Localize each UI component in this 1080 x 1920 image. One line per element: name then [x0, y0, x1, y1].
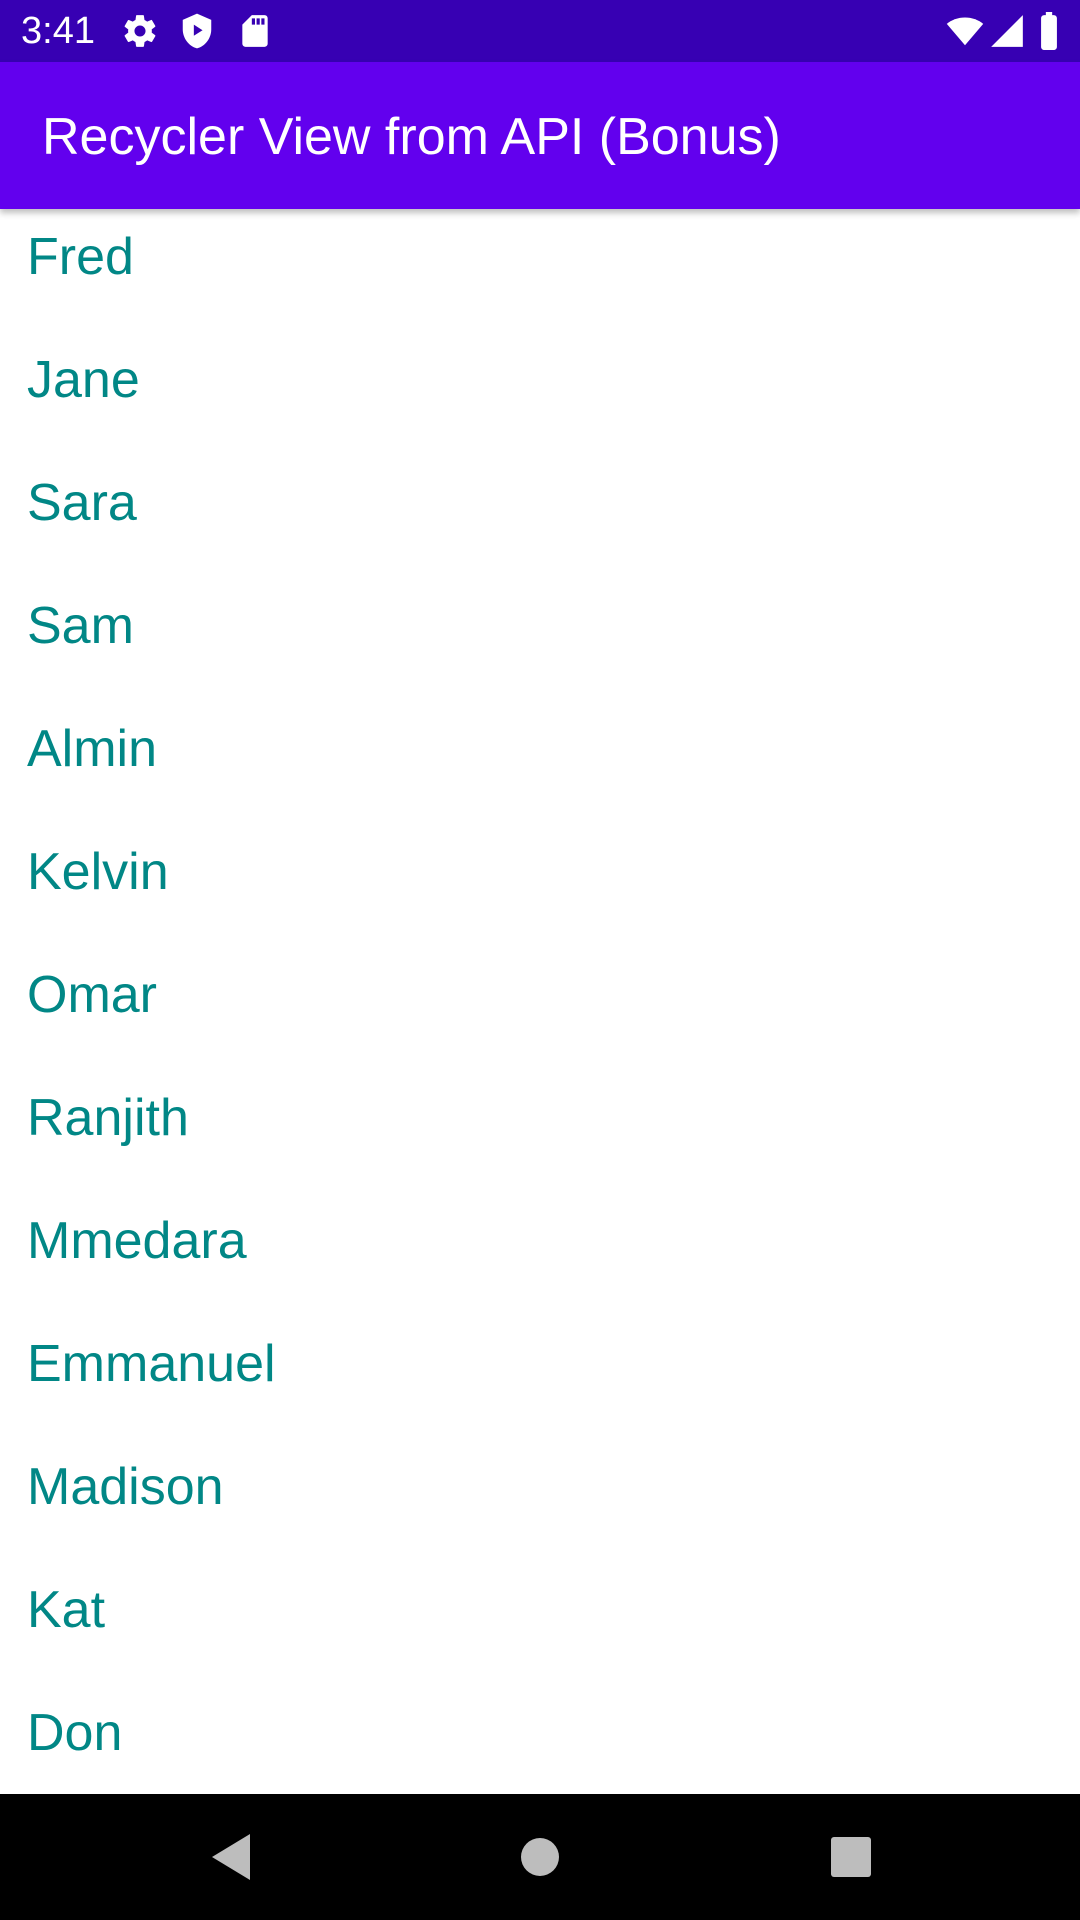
names-list[interactable]: Fred Jane Sara Sam Almin Kelvin Omar Ran… [0, 209, 1080, 1794]
battery-icon [1036, 12, 1062, 50]
list-item-label: Fred [27, 228, 134, 286]
list-item[interactable]: Madison [0, 1439, 1080, 1562]
list-item[interactable]: Sara [0, 455, 1080, 578]
status-bar: 3:41 [0, 0, 1080, 62]
list-item-label: Jane [27, 351, 140, 409]
list-item[interactable]: Fred [0, 209, 1080, 332]
list-item-label: Mmedara [27, 1212, 247, 1270]
list-item-label: Sam [27, 597, 134, 655]
list-item-label: Ranjith [27, 1089, 189, 1147]
status-time: 3:41 [21, 10, 95, 52]
wifi-icon [944, 12, 986, 50]
phone-screen: 3:41 Recycler View from API (Bonus) Fred… [0, 0, 1080, 1920]
list-item[interactable]: Almin [0, 701, 1080, 824]
list-item-label: Sara [27, 474, 137, 532]
list-item[interactable]: Kat [0, 1562, 1080, 1685]
list-item[interactable]: Jane [0, 332, 1080, 455]
sd-card-icon [236, 12, 274, 50]
list-item[interactable]: Emmanuel [0, 1316, 1080, 1439]
navigation-bar [0, 1794, 1080, 1920]
back-icon[interactable] [200, 1822, 270, 1892]
list-item[interactable]: Mmedara [0, 1193, 1080, 1316]
recents-icon[interactable] [816, 1822, 886, 1892]
list-item-label: Almin [27, 720, 158, 778]
cell-signal-icon [988, 12, 1026, 50]
list-item-label: Kelvin [27, 843, 169, 901]
list-item-label: Omar [27, 966, 157, 1024]
list-item-label: Madison [27, 1458, 224, 1516]
list-item-label: Kat [27, 1581, 106, 1639]
gear-icon [121, 12, 159, 50]
home-icon[interactable] [505, 1822, 575, 1892]
app-bar: Recycler View from API (Bonus) [0, 62, 1080, 209]
list-item[interactable]: Sam [0, 578, 1080, 701]
list-item-label: Don [27, 1704, 123, 1762]
list-item[interactable]: Ranjith [0, 1070, 1080, 1193]
list-item[interactable]: Kelvin [0, 824, 1080, 947]
list-item[interactable]: Omar [0, 947, 1080, 1070]
shield-play-icon [178, 12, 216, 50]
list-item-label: Emmanuel [27, 1335, 276, 1393]
list-item[interactable]: Don [0, 1685, 1080, 1794]
app-title: Recycler View from API (Bonus) [42, 108, 781, 166]
